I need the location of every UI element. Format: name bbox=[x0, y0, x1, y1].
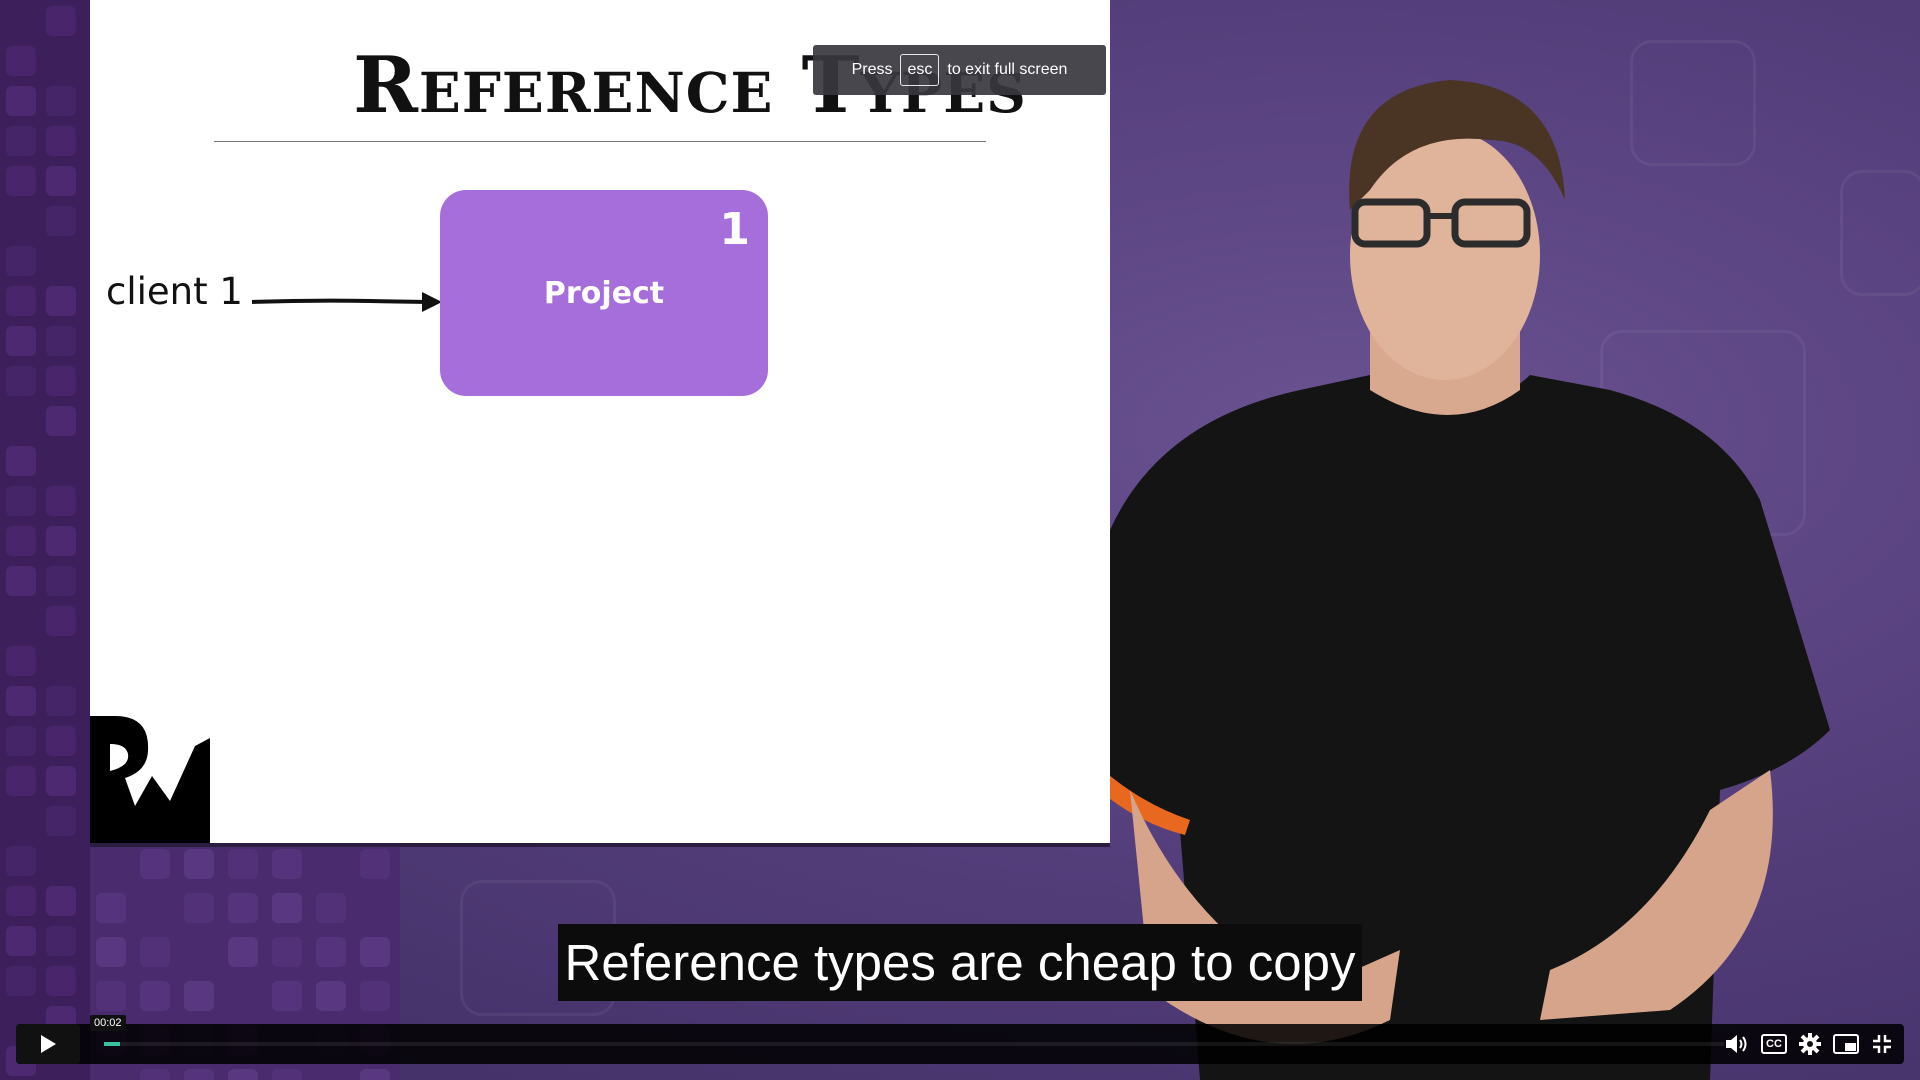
background-tile bbox=[228, 893, 258, 923]
background-tile bbox=[6, 86, 36, 116]
background-tile bbox=[228, 849, 258, 879]
background-tile bbox=[140, 849, 170, 879]
background-tile bbox=[46, 606, 76, 636]
video-player-controls: 00:02 CC bbox=[16, 1015, 1904, 1064]
background-tile bbox=[6, 966, 36, 996]
project-instance-box: Project 1 bbox=[440, 190, 768, 396]
background-tile bbox=[96, 937, 126, 967]
background-tile bbox=[46, 886, 76, 916]
background-tile bbox=[272, 937, 302, 967]
background-tile bbox=[6, 486, 36, 516]
background-tile bbox=[46, 526, 76, 556]
background-tile bbox=[272, 1069, 302, 1080]
video-frame: Reference Types client 1 Project 1 Press… bbox=[0, 0, 1920, 1080]
settings-gear-icon bbox=[1799, 1033, 1821, 1055]
hint-prefix: Press bbox=[851, 61, 893, 78]
picture-in-picture-icon bbox=[1833, 1034, 1859, 1054]
background-tile bbox=[6, 726, 36, 756]
background-tile bbox=[6, 526, 36, 556]
background-tile bbox=[140, 1069, 170, 1080]
background-tile bbox=[228, 1069, 258, 1080]
background-tile-strip bbox=[0, 0, 90, 1080]
background-tile bbox=[140, 981, 170, 1011]
background-tile bbox=[184, 981, 214, 1011]
background-tile bbox=[272, 981, 302, 1011]
background-tile bbox=[6, 126, 36, 156]
background-tile bbox=[184, 893, 214, 923]
current-time-tooltip: 00:02 bbox=[90, 1015, 126, 1031]
background-tile bbox=[46, 86, 76, 116]
background-tile bbox=[46, 6, 76, 36]
presenter-video bbox=[1078, 80, 1830, 1080]
background-tile bbox=[272, 849, 302, 879]
background-tile bbox=[360, 1069, 390, 1080]
picture-in-picture-button[interactable] bbox=[1832, 1030, 1860, 1058]
background-tile bbox=[96, 981, 126, 1011]
background-tile bbox=[6, 446, 36, 476]
play-button[interactable] bbox=[16, 1024, 80, 1064]
raywenderlich-logo-icon bbox=[90, 716, 210, 843]
background-tile bbox=[6, 566, 36, 596]
play-icon bbox=[41, 1035, 56, 1053]
background-tile bbox=[6, 366, 36, 396]
background-tile bbox=[6, 166, 36, 196]
volume-icon bbox=[1726, 1035, 1747, 1053]
closed-captions-icon: CC bbox=[1761, 1034, 1787, 1054]
settings-button[interactable] bbox=[1796, 1030, 1824, 1058]
background-tile bbox=[6, 286, 36, 316]
presentation-slide: Reference Types client 1 Project 1 bbox=[90, 0, 1110, 843]
background-tile bbox=[96, 893, 126, 923]
background-tile bbox=[360, 981, 390, 1011]
background-tile bbox=[6, 686, 36, 716]
reference-count: 1 bbox=[719, 204, 750, 255]
background-tile bbox=[316, 937, 346, 967]
background-tile bbox=[46, 686, 76, 716]
background-tile bbox=[360, 849, 390, 879]
volume-button[interactable] bbox=[1724, 1030, 1752, 1058]
background-tile bbox=[6, 766, 36, 796]
background-tile bbox=[46, 766, 76, 796]
background-tile bbox=[46, 726, 76, 756]
background-tile bbox=[140, 937, 170, 967]
background-tile bbox=[46, 406, 76, 436]
fullscreen-exit-hint: Press esc to exit full screen bbox=[813, 45, 1106, 95]
client-label: client 1 bbox=[106, 270, 243, 313]
background-tile bbox=[46, 966, 76, 996]
background-tile bbox=[228, 937, 258, 967]
background-tile bbox=[46, 166, 76, 196]
background-tile bbox=[46, 806, 76, 836]
captions-button[interactable]: CC bbox=[1760, 1030, 1788, 1058]
background-tile bbox=[46, 926, 76, 956]
background-tile bbox=[184, 1069, 214, 1080]
background-tile bbox=[46, 286, 76, 316]
background-tile bbox=[316, 893, 346, 923]
background-tile bbox=[316, 981, 346, 1011]
progress-bar[interactable] bbox=[104, 1042, 1724, 1046]
background-tile bbox=[46, 206, 76, 236]
reference-arrow-icon bbox=[251, 292, 442, 312]
background-tile bbox=[6, 846, 36, 876]
background-tile bbox=[184, 849, 214, 879]
background-tile bbox=[6, 646, 36, 676]
background-tile bbox=[46, 366, 76, 396]
background-tile bbox=[46, 326, 76, 356]
background-tile bbox=[46, 126, 76, 156]
background-tile bbox=[6, 926, 36, 956]
background-tile bbox=[360, 937, 390, 967]
background-tile bbox=[6, 326, 36, 356]
subtitle-caption: Reference types are cheap to copy bbox=[558, 924, 1362, 1001]
hint-suffix: to exit full screen bbox=[947, 61, 1068, 78]
background-tile bbox=[6, 246, 36, 276]
background-motif bbox=[1840, 170, 1920, 296]
background-tile bbox=[6, 46, 36, 76]
exit-fullscreen-icon bbox=[1873, 1035, 1891, 1053]
background-tile bbox=[6, 886, 36, 916]
background-tile bbox=[46, 486, 76, 516]
background-tile bbox=[46, 566, 76, 596]
esc-key-badge: esc bbox=[900, 54, 940, 86]
background-tile bbox=[272, 893, 302, 923]
title-divider bbox=[214, 141, 986, 142]
exit-fullscreen-button[interactable] bbox=[1868, 1030, 1896, 1058]
progress-fill bbox=[104, 1042, 120, 1046]
